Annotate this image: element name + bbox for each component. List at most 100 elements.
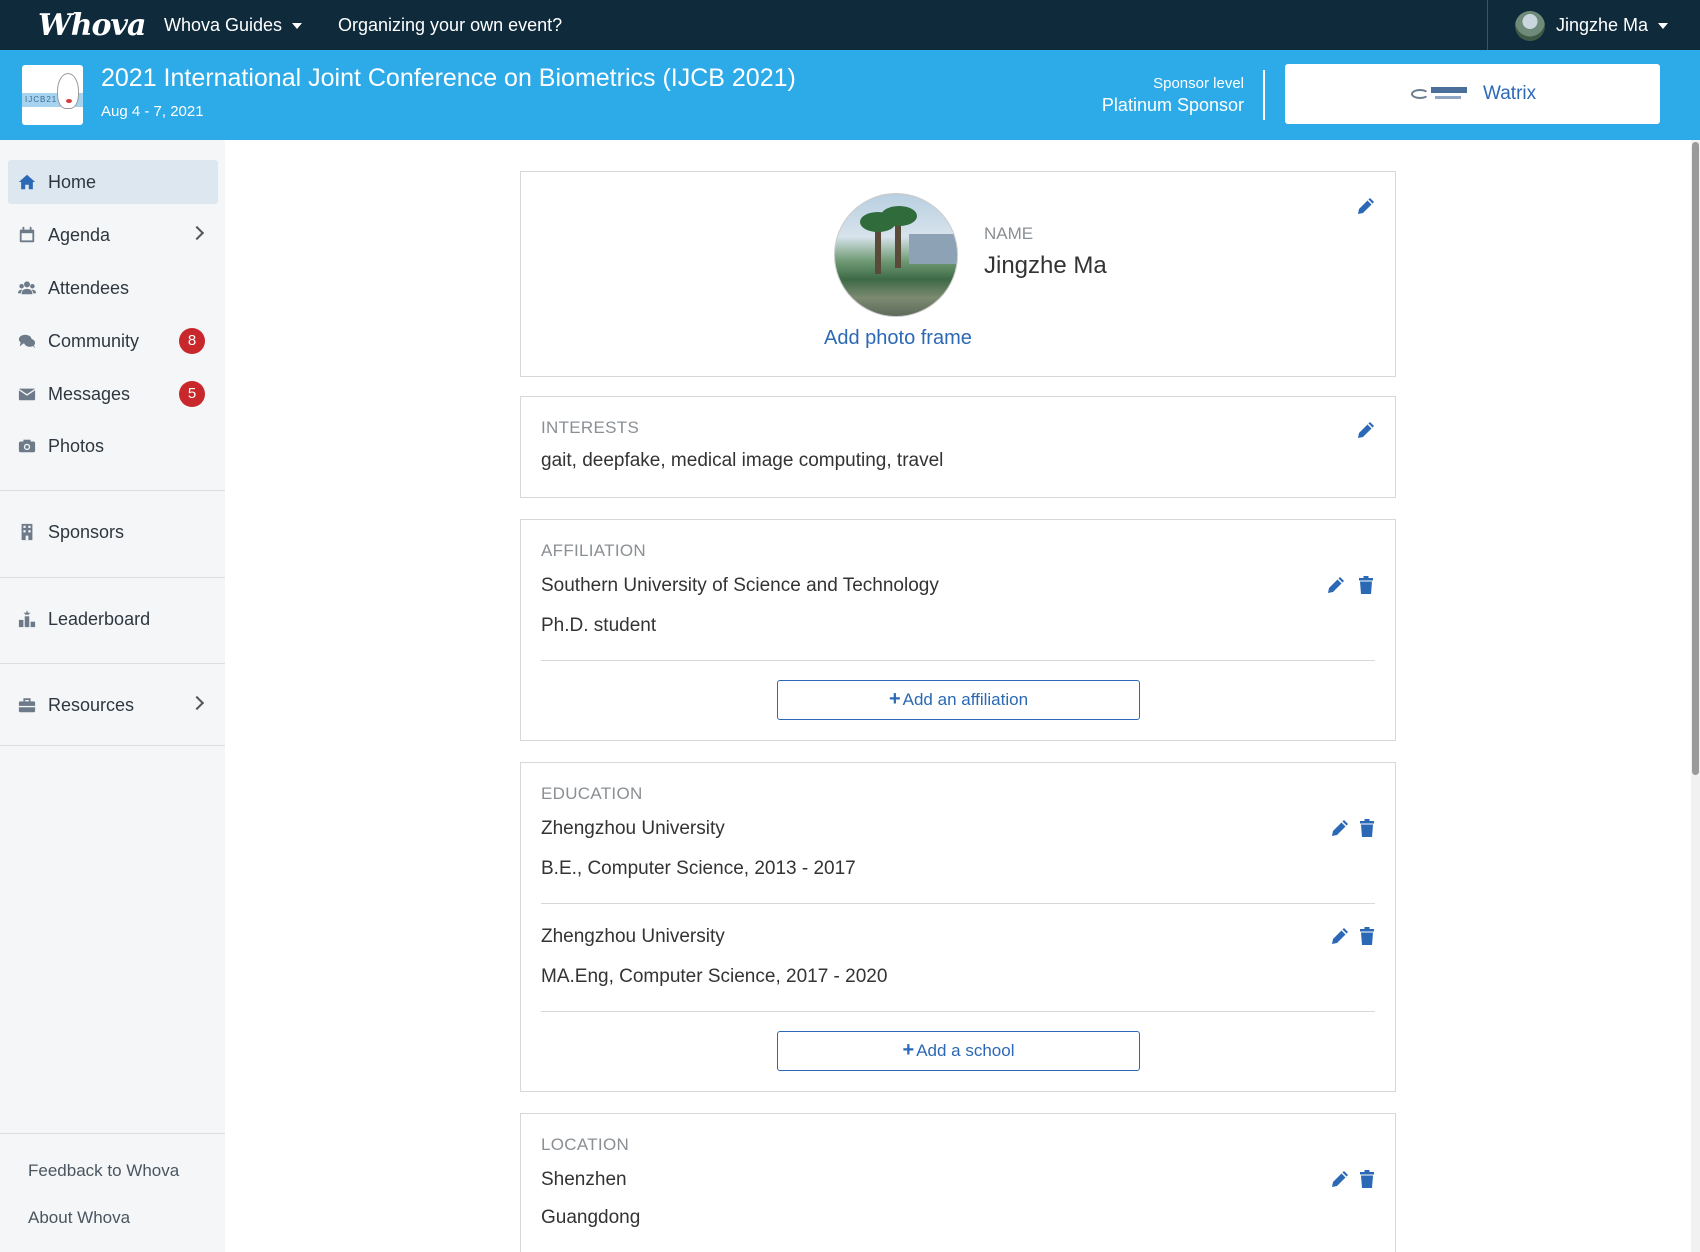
education-school: Zhengzhou University [541,818,725,839]
calendar-icon [19,226,35,243]
user-menu[interactable]: Jingzhe Ma [1487,0,1700,50]
row-divider [541,660,1375,661]
sidebar-item-label: Sponsors [48,522,125,542]
sidebar-divider [0,490,225,491]
education-label: EDUCATION [541,784,643,803]
trash-icon[interactable] [1356,575,1376,595]
event-header: IJCB21 2021 International Joint Conferen… [0,50,1700,140]
add-school-label: Add a school [916,1041,1015,1060]
whova-guides-label: Whova Guides [164,15,283,35]
sidebar: Home Agenda Attendees Community 8 Messag… [0,140,225,1252]
sidebar-item-leaderboard[interactable]: Leaderboard [8,597,218,641]
profile-photo[interactable] [834,193,958,317]
comments-icon [18,334,36,349]
add-affiliation-label: Add an affiliation [902,690,1029,709]
interests-card: INTERESTS gait, deepfake, medical image … [520,396,1396,498]
sponsor-banner[interactable]: Watrix [1285,64,1660,124]
affiliation-title: Ph.D. student [541,615,657,636]
organizing-link[interactable]: Organizing your own event? [338,15,562,36]
profile-name: Jingzhe Ma [984,252,1107,279]
affiliation-org: Southern University of Science and Techn… [541,575,939,596]
sidebar-item-label: Photos [48,436,105,456]
top-navbar: Whova Whova Guides Organizing your own e… [0,0,1700,50]
sidebar-item-label: Resources [48,695,135,715]
add-school-button[interactable]: + Add a school [777,1031,1140,1071]
pencil-icon[interactable] [1326,575,1346,595]
profile-card: Add photo frame NAME Jingzhe Ma [520,171,1396,377]
unread-badge: 5 [179,381,205,407]
sidebar-item-attendees[interactable]: Attendees [8,266,218,310]
face-drawing [57,73,79,109]
caret-down-icon [1658,23,1669,30]
add-photo-frame-link[interactable]: Add photo frame [824,327,972,350]
sidebar-item-label: Attendees [48,278,130,298]
sidebar-item-label: Agenda [48,225,111,245]
affiliation-card: AFFILIATION Southern University of Scien… [520,519,1396,741]
users-icon [18,281,36,295]
caret-down-icon [292,23,303,30]
briefcase-icon [18,698,36,713]
location-label: LOCATION [541,1135,630,1154]
trash-icon[interactable] [1357,926,1377,946]
add-affiliation-button[interactable]: + Add an affiliation [777,680,1140,720]
chevron-right-icon [189,695,205,711]
unread-badge: 8 [179,328,205,354]
event-dates: Aug 4 - 7, 2021 [101,103,204,120]
whova-guides-menu[interactable]: Whova Guides [164,15,303,36]
camera-icon [18,439,36,453]
sidebar-item-label: Leaderboard [48,609,151,629]
whova-logo[interactable]: Whova [38,8,146,43]
scrollbar-thumb[interactable] [1692,142,1699,775]
pencil-icon[interactable] [1330,818,1350,838]
interests-value: gait, deepfake, medical image computing,… [541,450,944,471]
sponsor-divider [1263,70,1265,120]
sidebar-item-sponsors[interactable]: Sponsors [8,510,218,554]
pencil-icon[interactable] [1330,926,1350,946]
feedback-link[interactable]: Feedback to Whova [28,1161,179,1181]
plus-icon: + [888,688,901,710]
sidebar-item-label: Messages [48,384,131,404]
sidebar-item-agenda[interactable]: Agenda [8,213,218,257]
home-icon [18,174,36,190]
sidebar-divider [0,745,225,746]
sidebar-item-messages[interactable]: Messages 5 [8,372,218,416]
pencil-icon[interactable] [1356,420,1376,440]
avatar [1515,11,1545,41]
trash-icon[interactable] [1357,818,1377,838]
sponsor-level-value: Platinum Sponsor [1101,95,1244,115]
education-school: Zhengzhou University [541,926,725,947]
affiliation-label: AFFILIATION [541,541,646,560]
sidebar-item-resources[interactable]: Resources [8,683,218,727]
pencil-icon[interactable] [1356,196,1376,216]
user-menu-trigger[interactable]: Jingzhe Ma [1556,15,1669,36]
trash-icon[interactable] [1357,1169,1377,1189]
education-detail: B.E., Computer Science, 2013 - 2017 [541,858,856,879]
name-label: NAME [984,224,1034,243]
plus-icon: + [902,1039,915,1061]
sidebar-item-home[interactable]: Home [8,160,218,204]
sidebar-item-community[interactable]: Community 8 [8,319,218,363]
row-divider [541,1011,1375,1012]
location-region: Guangdong [541,1207,641,1228]
sidebar-divider [0,577,225,578]
lips-drawing [66,99,72,103]
location-card: LOCATION Shenzhen Guangdong [520,1113,1396,1252]
event-logo[interactable]: IJCB21 [22,65,83,125]
user-name: Jingzhe Ma [1556,15,1649,35]
page-scrollbar[interactable] [1691,140,1700,1252]
envelope-icon [18,388,36,401]
sidebar-item-photos[interactable]: Photos [8,424,218,468]
pencil-icon[interactable] [1330,1169,1350,1189]
sidebar-divider [0,663,225,664]
chevron-right-icon [189,225,205,241]
sponsor-name: Watrix [1483,83,1537,104]
sponsor-logo-icon [1411,86,1467,102]
sidebar-divider [0,1133,225,1134]
about-link[interactable]: About Whova [28,1208,130,1228]
education-card: EDUCATION Zhengzhou University B.E., Com… [520,762,1396,1092]
building-icon [21,523,33,541]
row-divider [541,903,1375,904]
sponsor-level-label: Sponsor level [1153,75,1244,92]
event-title: 2021 International Joint Conference on B… [101,64,796,92]
education-detail: MA.Eng, Computer Science, 2017 - 2020 [541,966,888,987]
